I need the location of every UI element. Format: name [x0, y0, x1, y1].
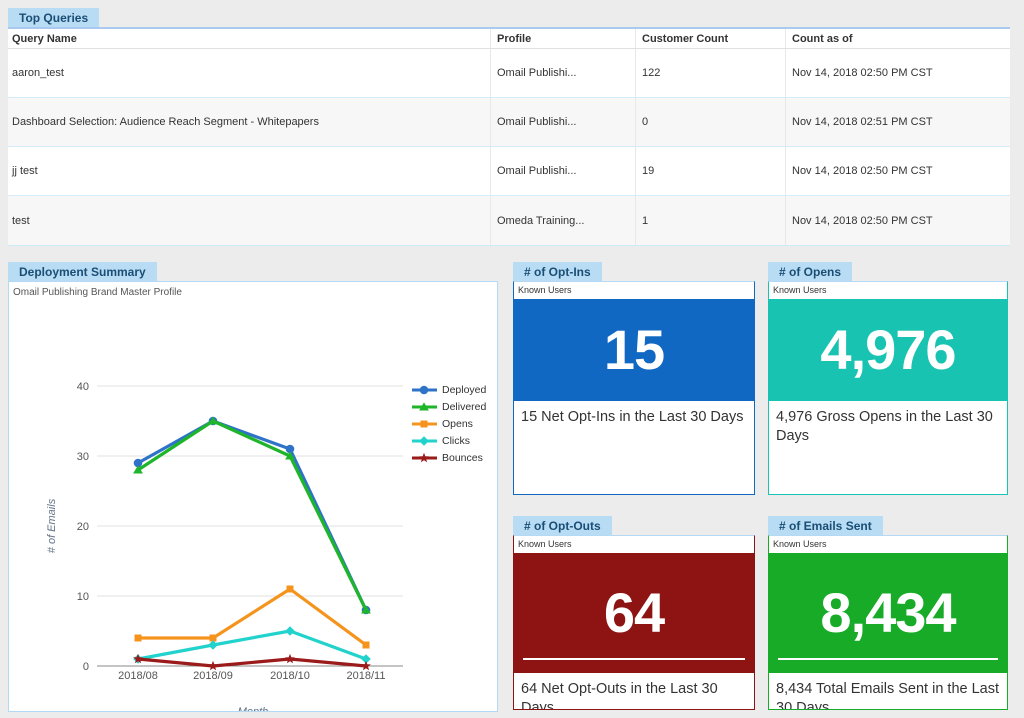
trend-line	[778, 658, 998, 660]
legend-item-delivered[interactable]: Delivered	[411, 398, 486, 415]
cell-count-as-of: Nov 14, 2018 02:50 PM CST	[785, 147, 1010, 195]
svg-text:# of Emails: # of Emails	[46, 498, 58, 553]
legend-item-deployed[interactable]: Deployed	[411, 381, 486, 398]
table-row[interactable]: Dashboard Selection: Audience Reach Segm…	[8, 98, 1010, 147]
svg-text:Month: Month	[238, 706, 269, 711]
kpi-tile-emails-sent: # of Emails Sent Known Users 8,434 8,434…	[768, 516, 1008, 710]
cell-customer-count: 122	[635, 49, 785, 97]
column-header-query-name: Query Name	[8, 29, 490, 48]
bounces-marker-icon	[411, 452, 438, 464]
cell-customer-count: 0	[635, 98, 785, 146]
column-header-profile: Profile	[490, 29, 635, 48]
cell-count-as-of: Nov 14, 2018 02:51 PM CST	[785, 98, 1010, 146]
legend-item-bounces[interactable]: Bounces	[411, 449, 486, 466]
table-header-row: Query Name Profile Customer Count Count …	[8, 29, 1010, 49]
kpi-tile-opens: # of Opens Known Users 4,976 4,976 Gross…	[768, 262, 1008, 495]
cell-query-name: test	[8, 196, 490, 245]
svg-text:20: 20	[77, 521, 89, 533]
deployment-summary-panel: Deployment Summary Omail Publishing Bran…	[8, 262, 498, 712]
table-row[interactable]: aaron_test Omail Publishi... 122 Nov 14,…	[8, 49, 1010, 98]
deployment-line-chart: 0 10 20 30 40 2018/08 2018/09 2018/10 2018/11 # o…	[9, 300, 497, 711]
opens-value: 4,976	[820, 322, 955, 378]
svg-text:0: 0	[83, 661, 89, 673]
legend-item-clicks[interactable]: Clicks	[411, 432, 486, 449]
cell-profile: Omail Publishi...	[490, 49, 635, 97]
tab-emails-sent[interactable]: # of Emails Sent	[768, 516, 883, 535]
tab-opt-ins[interactable]: # of Opt-Ins	[513, 262, 602, 281]
tab-top-queries[interactable]: Top Queries	[8, 8, 99, 27]
kpi-tile-opt-outs: # of Opt-Outs Known Users 64 64 Net Opt-…	[513, 516, 755, 710]
chart-legend: Deployed Delivered Opens Clicks Bounces	[411, 381, 486, 466]
tile-subtitle: Known Users	[769, 536, 1007, 553]
cell-query-name: aaron_test	[8, 49, 490, 97]
chart-profile-title: Omail Publishing Brand Master Profile	[9, 282, 497, 300]
column-header-customer-count: Customer Count	[635, 29, 785, 48]
cell-query-name: jj test	[8, 147, 490, 195]
cell-profile: Omail Publishi...	[490, 98, 635, 146]
column-header-count-as-of: Count as of	[785, 29, 1010, 48]
svg-text:10: 10	[77, 591, 89, 603]
table-row[interactable]: jj test Omail Publishi... 19 Nov 14, 201…	[8, 147, 1010, 196]
opt-outs-value: 64	[604, 585, 664, 641]
cell-count-as-of: Nov 14, 2018 02:50 PM CST	[785, 49, 1010, 97]
tab-opens[interactable]: # of Opens	[768, 262, 852, 281]
svg-text:2018/11: 2018/11	[347, 670, 386, 682]
opens-marker-icon	[411, 418, 438, 430]
tab-opt-outs[interactable]: # of Opt-Outs	[513, 516, 612, 535]
svg-text:2018/08: 2018/08	[118, 670, 158, 682]
opt-ins-value-block: 15	[514, 299, 754, 401]
cell-profile: Omail Publishi...	[490, 147, 635, 195]
legend-label: Delivered	[442, 401, 486, 413]
svg-text:2018/09: 2018/09	[193, 670, 233, 682]
top-queries-table: Query Name Profile Customer Count Count …	[8, 27, 1010, 246]
cell-count-as-of: Nov 14, 2018 02:50 PM CST	[785, 196, 1010, 245]
clicks-marker-icon	[411, 435, 438, 447]
emails-sent-value-block: 8,434	[769, 553, 1007, 673]
trend-line	[523, 658, 745, 660]
emails-sent-caption: 8,434 Total Emails Sent in the Last 30 D…	[769, 673, 1007, 710]
cell-query-name: Dashboard Selection: Audience Reach Segm…	[8, 98, 490, 146]
opt-ins-caption: 15 Net Opt-Ins in the Last 30 Days	[514, 401, 754, 434]
tile-subtitle: Known Users	[769, 282, 1007, 299]
opens-caption: 4,976 Gross Opens in the Last 30 Days	[769, 401, 1007, 453]
table-row[interactable]: test Omeda Training... 1 Nov 14, 2018 02…	[8, 196, 1010, 245]
opt-outs-caption: 64 Net Opt-Outs in the Last 30 Days	[514, 673, 754, 710]
svg-text:40: 40	[77, 381, 89, 393]
opens-value-block: 4,976	[769, 299, 1007, 401]
tab-deployment-summary[interactable]: Deployment Summary	[8, 262, 157, 281]
legend-label: Clicks	[442, 435, 470, 447]
cell-profile: Omeda Training...	[490, 196, 635, 245]
svg-text:30: 30	[77, 451, 89, 463]
svg-text:2018/10: 2018/10	[270, 670, 310, 682]
legend-item-opens[interactable]: Opens	[411, 415, 486, 432]
top-queries-panel: Top Queries Query Name Profile Customer …	[8, 8, 1010, 246]
opt-outs-value-block: 64	[514, 553, 754, 673]
deployed-marker-icon	[411, 384, 438, 396]
tile-subtitle: Known Users	[514, 282, 754, 299]
cell-customer-count: 19	[635, 147, 785, 195]
deployment-chart-panel: Omail Publishing Brand Master Profile 0 1…	[8, 281, 498, 712]
emails-sent-value: 8,434	[820, 585, 955, 641]
opt-ins-value: 15	[604, 322, 664, 378]
legend-label: Deployed	[442, 384, 486, 396]
legend-label: Opens	[442, 418, 473, 430]
tile-subtitle: Known Users	[514, 536, 754, 553]
legend-label: Bounces	[442, 452, 483, 464]
delivered-marker-icon	[411, 401, 438, 413]
kpi-tile-opt-ins: # of Opt-Ins Known Users 15 15 Net Opt-I…	[513, 262, 755, 495]
cell-customer-count: 1	[635, 196, 785, 245]
